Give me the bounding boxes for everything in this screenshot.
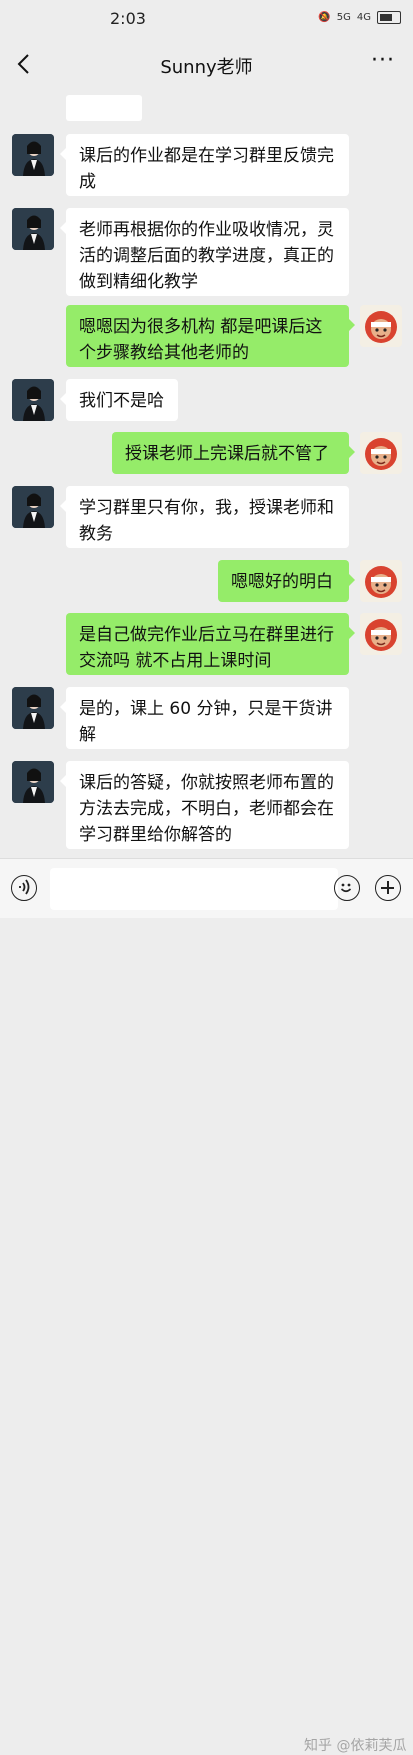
signal-4g-icon: 4G	[356, 12, 371, 23]
teacher-avatar[interactable]	[12, 687, 54, 729]
watermark: 知乎 @依莉芙瓜	[304, 1738, 407, 1754]
message-bubble[interactable]: 课后的作业都是在学习群里反馈完成	[60, 134, 349, 196]
input-bar: 知乎 @依莉芙瓜	[0, 858, 413, 1754]
message-bubble[interactable]: 授课老师上完课后就不管了	[112, 432, 355, 474]
message-bubble[interactable]: 学习群里只有你，我，授课老师和教务	[60, 486, 349, 548]
status-time: 2:03	[110, 9, 146, 28]
message-bubble[interactable]: 是自己做完作业后立马在群里进行交流吗 就不占用上课时间	[66, 613, 355, 675]
battery-icon	[377, 11, 401, 24]
mute-icon: 🔕	[318, 12, 331, 23]
status-icons: 🔕 5G 4G	[318, 11, 401, 24]
emoji-icon[interactable]	[334, 875, 360, 901]
teacher-avatar[interactable]	[12, 486, 54, 528]
message-bubble[interactable]: 嗯嗯因为很多机构 都是吧课后这个步骤教给其他老师的	[66, 305, 355, 367]
previous-message-bubble	[66, 95, 142, 121]
teacher-avatar[interactable]	[12, 134, 54, 176]
teacher-avatar[interactable]	[12, 761, 54, 803]
message-list[interactable]: 课后的作业都是在学习群里反馈完成 老师再根据你的作业吸收情况，灵活的调整后面的教…	[0, 90, 413, 858]
my-avatar[interactable]	[360, 613, 402, 655]
chat-header: Sunny老师 ···	[0, 38, 413, 90]
teacher-avatar[interactable]	[12, 208, 54, 250]
message-bubble[interactable]: 课后的答疑，你就按照老师布置的方法去完成，不明白，老师都会在学习群里给你解答的	[60, 761, 349, 849]
my-avatar[interactable]	[360, 305, 402, 347]
message-input[interactable]	[50, 868, 338, 910]
more-dots-icon[interactable]: ···	[371, 48, 395, 73]
status-bar: 2:03 🔕 5G 4G	[0, 0, 413, 38]
teacher-avatar[interactable]	[12, 379, 54, 421]
my-avatar[interactable]	[360, 432, 402, 474]
voice-icon[interactable]	[11, 875, 37, 901]
message-bubble[interactable]: 老师再根据你的作业吸收情况，灵活的调整后面的教学进度，真正的做到精细化教学	[60, 208, 349, 296]
plus-icon[interactable]	[375, 875, 401, 901]
signal-5g-icon: 5G	[336, 12, 351, 23]
message-bubble[interactable]: 是的，课上 60 分钟，只是干货讲解	[60, 687, 349, 749]
message-bubble[interactable]: 我们不是哈	[60, 379, 178, 421]
chat-title: Sunny老师	[160, 57, 253, 78]
my-avatar[interactable]	[360, 560, 402, 602]
message-bubble[interactable]: 嗯嗯好的明白	[218, 560, 355, 602]
